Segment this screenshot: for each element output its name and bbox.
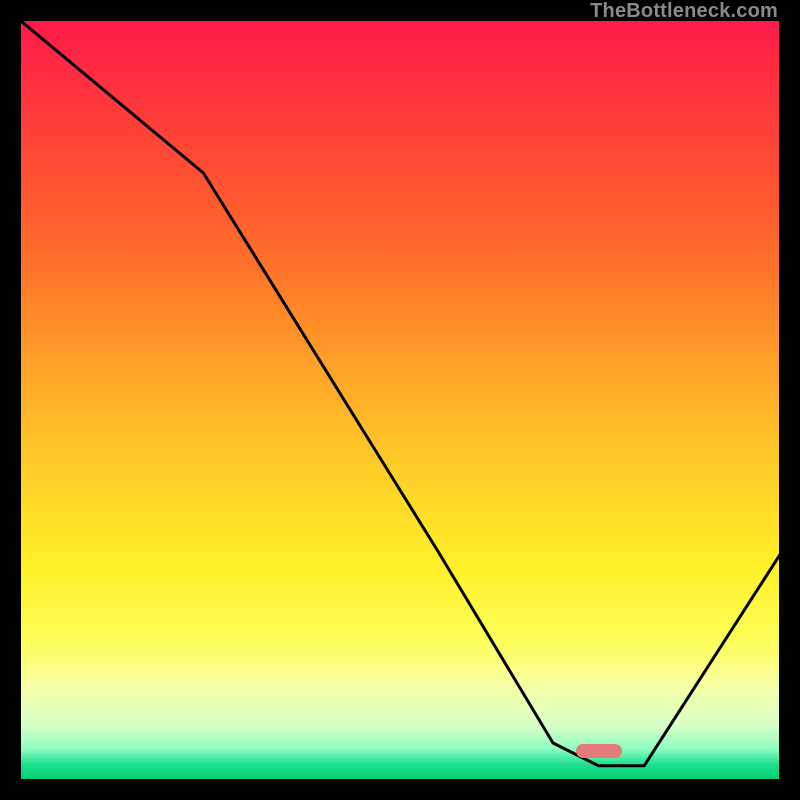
gradient-plot-area — [20, 20, 780, 780]
chart-container: TheBottleneck.com — [0, 0, 800, 800]
optimum-marker — [576, 744, 622, 758]
bottleneck-curve — [21, 21, 781, 781]
curve-path — [21, 21, 781, 766]
